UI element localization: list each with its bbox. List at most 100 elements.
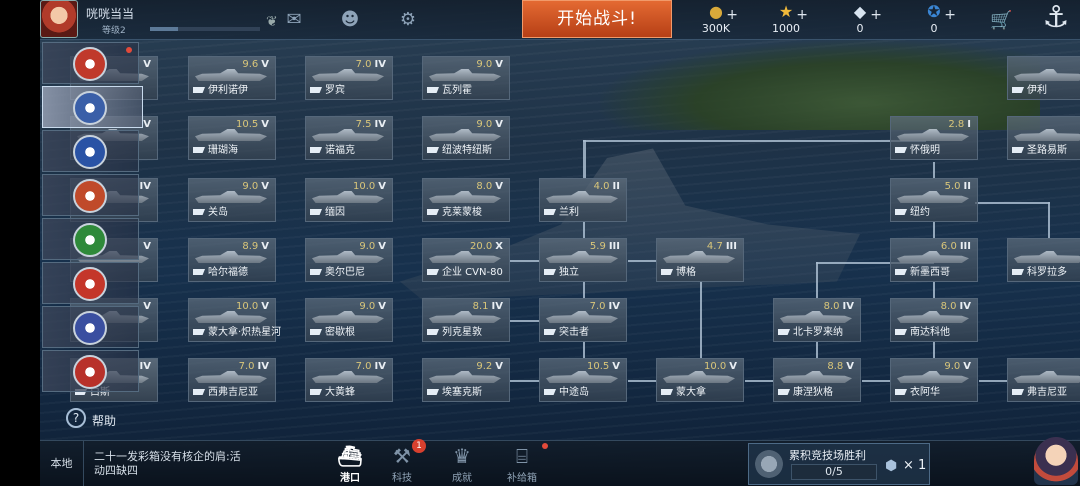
tree-connector [975, 202, 1050, 204]
warship-icon [429, 371, 501, 383]
add-stars-icon[interactable]: + [796, 7, 808, 23]
ship-grade: IV [959, 301, 971, 312]
medals-resource[interactable]: ✪ 0 + [904, 2, 964, 38]
harbor-icon: ⛴ [337, 444, 363, 468]
ship-card[interactable]: 9.6 V 伊利诺伊 [188, 56, 276, 100]
ship-card[interactable]: 弗吉尼亚 [1007, 358, 1080, 402]
ship-card[interactable]: 10.5 V 珊瑚海 [188, 116, 276, 160]
local-chat-button[interactable]: 本地 [40, 441, 84, 486]
ship-card[interactable]: 9.0 V 关岛 [188, 178, 276, 222]
ship-card[interactable]: 8.8 V 康涅狄格 [773, 358, 861, 402]
warship-icon [195, 311, 267, 323]
tree-connector [583, 282, 585, 298]
ship-tier: 2.8 I [948, 119, 971, 130]
medal-icon: ✪ [927, 2, 941, 21]
ship-card[interactable]: 7.0 IV 罗宾 [305, 56, 393, 100]
tree-connector [583, 140, 586, 178]
sidebar-faction-5[interactable] [42, 218, 139, 260]
sidebar-faction-6[interactable] [42, 262, 139, 304]
tab-supply-box-label: 补给箱 [507, 473, 537, 484]
star-icon: ★ [778, 2, 794, 21]
tree-connector [510, 380, 540, 382]
ship-card[interactable]: 2.8 I 怀俄明 [890, 116, 978, 160]
sidebar-faction-3[interactable] [42, 130, 139, 172]
help-button[interactable]: ? 帮助 [66, 408, 136, 432]
ship-name: 关岛 [193, 203, 228, 218]
ship-card[interactable]: 10.5 V 中途岛 [539, 358, 627, 402]
ship-card[interactable]: 7.0 IV 大黄蜂 [305, 358, 393, 402]
ship-tier: 8.9 V [242, 241, 269, 252]
sidebar-faction-4[interactable] [42, 174, 139, 216]
advisor-avatar[interactable] [1034, 437, 1078, 485]
ship-tier: 10.0 V [236, 301, 269, 312]
ship-tier: 9.2 V [476, 361, 503, 372]
stars-resource[interactable]: ★ 1000 + [756, 2, 816, 38]
shop-cart-icon[interactable]: 🛒 [990, 10, 1012, 31]
ship-card[interactable]: 7.0 IV 西弗吉尼亚 [188, 358, 276, 402]
ship-card[interactable]: 科罗拉多 [1007, 238, 1080, 282]
ship-card[interactable]: 5.9 III 独立 [539, 238, 627, 282]
ship-card[interactable]: 7.0 IV 突击者 [539, 298, 627, 342]
ship-card[interactable]: 9.0 V 纽波特纽斯 [422, 116, 510, 160]
sidebar-faction-8[interactable] [42, 350, 139, 392]
ship-card[interactable]: 伊利 [1007, 56, 1080, 100]
ship-card[interactable]: 8.1 IV 列克星敦 [422, 298, 510, 342]
ship-card[interactable]: 9.0 V 衣阿华 [890, 358, 978, 402]
ship-card[interactable]: 5.0 II 纽约 [890, 178, 978, 222]
warship-icon [429, 191, 501, 203]
add-gold-icon[interactable]: + [726, 7, 738, 23]
warship-icon [1014, 251, 1080, 263]
add-medals-icon[interactable]: + [944, 7, 956, 23]
ship-card[interactable]: 6.0 III 新墨西哥 [890, 238, 978, 282]
settings-gear-icon[interactable]: ⚙ [394, 8, 422, 32]
ship-card[interactable]: 9.0 V 奥尔巴尼 [305, 238, 393, 282]
tab-achievements[interactable]: ♛ 成就 [432, 441, 492, 486]
diamonds-resource[interactable]: ◆ 0 + [830, 2, 890, 38]
tab-tech[interactable]: ⚒ 科技 1 [372, 439, 432, 486]
arena-quest-panel[interactable]: 累积竞技场胜利 0/5 ⬢ × 1 [748, 443, 930, 485]
mail-icon[interactable]: ✉ [280, 8, 308, 32]
anchor-icon[interactable]: ⚓ [1032, 0, 1080, 40]
sidebar-faction-7[interactable] [42, 306, 139, 348]
sidebar-faction-2[interactable] [42, 86, 143, 128]
sidebar-faction-1[interactable] [42, 42, 139, 84]
ship-name: 南达科他 [895, 323, 950, 338]
player-avatar[interactable] [40, 0, 78, 38]
ship-tier: 9.0 V [944, 361, 971, 372]
add-diamonds-icon[interactable]: + [870, 7, 882, 23]
ship-grade: V [846, 361, 854, 372]
ship-card[interactable]: 8.9 V 哈尔福德 [188, 238, 276, 282]
ship-name: 纽波特纽斯 [427, 141, 492, 156]
ship-rating: 7.0 [589, 301, 606, 312]
ship-card[interactable]: 圣路易斯 [1007, 116, 1080, 160]
ship-card[interactable]: 4.0 II 兰利 [539, 178, 627, 222]
ship-tier: 7.0 IV [590, 301, 620, 312]
ship-card[interactable]: 9.0 V 密歇根 [305, 298, 393, 342]
ship-tier: 7.5 IV [356, 119, 386, 130]
faction-emblem-icon [73, 179, 107, 213]
tab-harbor[interactable]: ⛴ 港口 [320, 441, 380, 486]
ship-class-icon [895, 329, 907, 335]
ship-card[interactable]: 8.0 IV 南达科他 [890, 298, 978, 342]
ship-card[interactable]: 10.0 V 蒙大拿·炽热星河 [188, 298, 281, 342]
ship-card[interactable]: 20.0 X 企业 CVN-80 [422, 238, 510, 282]
ship-card[interactable]: 7.5 IV 诺福克 [305, 116, 393, 160]
ship-card[interactable]: 10.0 V 蒙大拿 [656, 358, 744, 402]
start-battle-button[interactable]: 开始战斗! [522, 0, 672, 38]
ship-card[interactable]: 4.7 III 博格 [656, 238, 744, 282]
chat-ticker[interactable]: 二十一发彩箱没有核企的肩:活动四缺四 [94, 450, 244, 478]
ship-card[interactable]: 8.0 V 克莱蒙梭 [422, 178, 510, 222]
ship-rating: 9.0 [242, 181, 259, 192]
tab-supply-box[interactable]: ⌸ 补给箱 [492, 441, 552, 486]
ship-card[interactable]: 9.2 V 埃塞克斯 [422, 358, 510, 402]
tree-connector [745, 380, 773, 382]
ship-grade: V [261, 301, 269, 312]
ship-tier: 9.0 V [242, 181, 269, 192]
friends-icon[interactable]: ☻ [336, 8, 364, 32]
ship-card[interactable]: 10.0 V 缅因 [305, 178, 393, 222]
gold-resource[interactable]: ● 300K + [686, 2, 746, 38]
ship-card[interactable]: 8.0 IV 北卡罗来纳 [773, 298, 861, 342]
warship-icon [897, 371, 969, 383]
ship-card[interactable]: 9.0 V 瓦列霍 [422, 56, 510, 100]
tree-connector [933, 162, 935, 178]
